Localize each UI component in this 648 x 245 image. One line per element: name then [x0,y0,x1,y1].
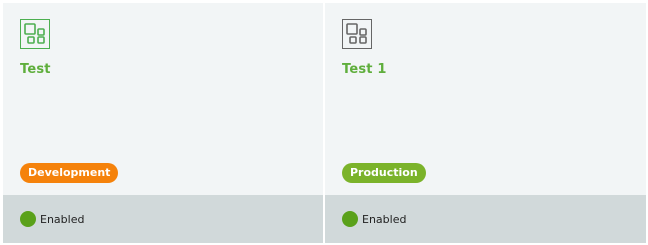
status-label: Enabled [362,212,407,226]
environment-badge: Production [342,163,426,183]
card-footer: Enabled [325,195,646,243]
app-grid-glyph [346,23,367,44]
app-grid-icon [20,19,50,49]
status-label: Enabled [40,212,85,226]
app-title[interactable]: Test 1 [342,62,387,77]
app-card-grid: Test Development Enabled Test 1 Producti… [3,3,646,243]
status-enabled-icon [20,211,36,227]
card-footer: Enabled [3,195,323,243]
card-body: Test 1 Production [325,3,646,195]
environment-badge: Development [20,163,119,183]
status-enabled-icon [342,211,358,227]
card-body: Test Development [3,3,323,195]
app-title[interactable]: Test [20,62,51,77]
app-card-test-1[interactable]: Test 1 Production Enabled [325,3,646,243]
app-card-test[interactable]: Test Development Enabled [3,3,323,243]
app-grid-glyph [24,23,45,44]
app-grid-icon [342,19,372,49]
